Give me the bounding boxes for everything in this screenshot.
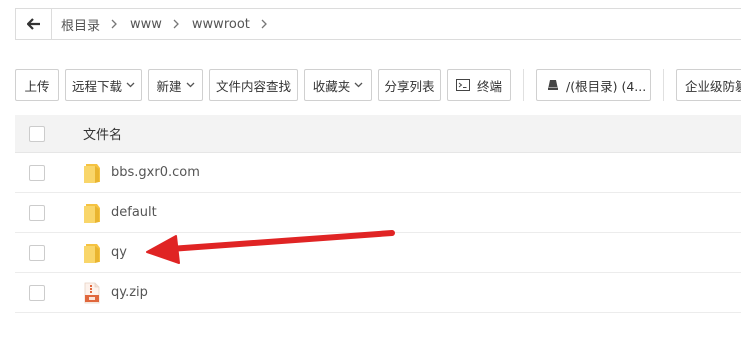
file-name[interactable]: bbs.gxr0.com	[111, 165, 200, 180]
column-header-name[interactable]: 文件名	[83, 124, 122, 143]
remote-download-label: 远程下载	[72, 78, 123, 94]
disk-label: /(根目录) (4...	[566, 78, 647, 94]
select-all-checkbox[interactable]	[29, 125, 45, 142]
table-row[interactable]: qy	[15, 233, 741, 273]
table-header: 文件名	[15, 115, 741, 153]
row-checkbox[interactable]	[29, 204, 45, 221]
toolbar: 上传 远程下载 新建 文件内容查找 收藏夹 分享列表 终端 /(根目录) (4.…	[15, 69, 741, 101]
breadcrumb: 根目录 www wwwroot	[52, 15, 280, 34]
table-row[interactable]: bbs.gxr0.com	[15, 153, 741, 193]
chevron-down-icon	[186, 82, 195, 88]
file-name[interactable]: qy.zip	[111, 285, 148, 300]
terminal-label: 终端	[476, 78, 502, 94]
upload-label: 上传	[24, 78, 50, 94]
file-table: 文件名 bbs.gxr0.com default qy qy.zip	[15, 115, 741, 313]
share-list-button[interactable]: 分享列表	[378, 69, 441, 101]
content-search-button[interactable]: 文件内容查找	[209, 69, 298, 101]
toolbar-divider	[523, 69, 524, 101]
arrow-left-icon	[26, 18, 40, 30]
chevron-down-icon	[126, 82, 135, 88]
file-name[interactable]: qy	[111, 245, 127, 260]
terminal-button[interactable]: 终端	[447, 69, 511, 101]
chevron-right-icon	[111, 19, 117, 29]
share-list-label: 分享列表	[384, 78, 435, 94]
chevron-right-icon	[173, 19, 179, 29]
firewall-label: 企业级防篡改	[685, 78, 741, 94]
table-row[interactable]: default	[15, 193, 741, 233]
folder-icon	[83, 242, 101, 264]
chevron-right-icon	[261, 19, 267, 29]
new-label: 新建	[156, 78, 182, 94]
chevron-down-icon	[354, 82, 363, 88]
breadcrumb-bar: 根目录 www wwwroot	[15, 8, 741, 40]
remote-download-button[interactable]: 远程下载	[65, 69, 142, 101]
breadcrumb-wwwroot[interactable]: wwwroot	[192, 17, 250, 32]
back-button[interactable]	[16, 9, 52, 39]
favorites-label: 收藏夹	[312, 78, 351, 94]
file-name[interactable]: default	[111, 205, 157, 220]
folder-icon	[83, 162, 101, 184]
breadcrumb-www[interactable]: www	[130, 17, 162, 32]
disk-icon	[547, 79, 559, 91]
row-checkbox[interactable]	[29, 284, 45, 301]
content-search-label: 文件内容查找	[216, 78, 292, 94]
table-row[interactable]: qy.zip	[15, 273, 741, 313]
favorites-button[interactable]: 收藏夹	[304, 69, 372, 101]
row-checkbox[interactable]	[29, 164, 45, 181]
terminal-icon	[455, 79, 470, 91]
upload-button[interactable]: 上传	[15, 69, 59, 101]
disk-button[interactable]: /(根目录) (4...	[536, 69, 651, 101]
folder-icon	[83, 202, 101, 224]
firewall-button[interactable]: 企业级防篡改	[676, 69, 741, 101]
breadcrumb-root[interactable]: 根目录	[61, 15, 100, 34]
zip-file-icon	[83, 282, 101, 304]
new-button[interactable]: 新建	[148, 69, 203, 101]
toolbar-divider	[663, 69, 664, 101]
row-checkbox[interactable]	[29, 244, 45, 261]
